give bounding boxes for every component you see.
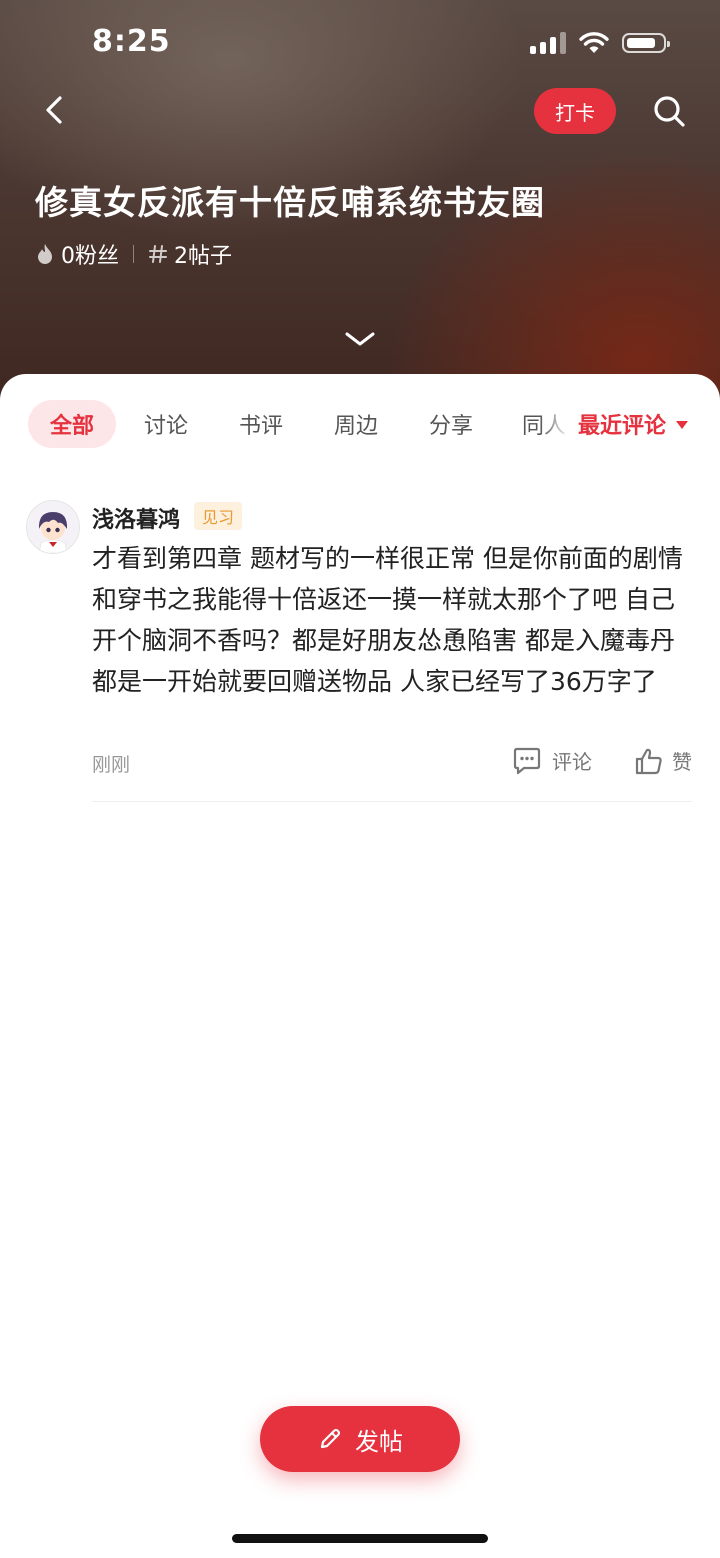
tabs-fade [540, 400, 570, 448]
chevron-down-icon [345, 332, 375, 346]
search-icon [654, 96, 685, 127]
username[interactable]: 浅洛暮鸿 [92, 502, 180, 534]
tab-merch[interactable]: 周边 [312, 400, 400, 448]
status-time: 8:25 [92, 24, 171, 59]
avatar[interactable] [26, 500, 80, 554]
caret-down-icon [676, 421, 689, 429]
sort-label: 最近评论 [578, 414, 667, 439]
chevron-left-icon [46, 96, 62, 124]
comment-button[interactable]: 评论 [512, 746, 592, 775]
circle-stats: 0粉丝 2帖子 [35, 238, 232, 270]
expand-button[interactable] [342, 328, 378, 350]
create-post-label: 发帖 [355, 1427, 403, 1456]
like-label: 赞 [672, 750, 692, 774]
battery-icon [622, 33, 670, 53]
post-divider [92, 801, 692, 802]
fans-count: 0粉丝 [61, 244, 119, 269]
wifi-icon [579, 32, 609, 53]
circle-title: 修真女反派有十倍反哺系统书友圈 [35, 183, 545, 222]
hashtag-icon [148, 244, 168, 264]
thumbs-up-icon [635, 748, 662, 774]
level-badge: 见习 [194, 502, 243, 530]
pencil-icon [320, 1428, 341, 1449]
home-indicator [232, 1534, 488, 1543]
posts-count: 2帖子 [174, 244, 232, 269]
create-post-button[interactable]: 发帖 [260, 1406, 460, 1472]
comment-icon [513, 747, 541, 774]
back-button[interactable] [38, 92, 74, 128]
cellular-signal-icon [530, 32, 566, 54]
stats-divider [133, 245, 134, 263]
tab-share[interactable]: 分享 [407, 400, 495, 448]
sort-dropdown[interactable]: 最近评论 [578, 400, 689, 448]
flame-icon [35, 243, 55, 265]
post-time: 刚刚 [92, 754, 131, 776]
tab-review[interactable]: 书评 [217, 400, 305, 448]
tab-discussion[interactable]: 讨论 [122, 400, 210, 448]
like-button[interactable]: 赞 [634, 746, 692, 775]
search-button[interactable] [650, 92, 690, 132]
tab-all[interactable]: 全部 [28, 400, 116, 448]
status-icons [530, 30, 670, 56]
checkin-button[interactable]: 打卡 [534, 88, 616, 134]
post-content[interactable]: 才看到第四章 题材写的一样很正常 但是你前面的剧情和穿书之我能得十倍返还一摸一样… [92, 538, 692, 702]
comment-label: 评论 [552, 750, 592, 774]
category-tabs: 全部 讨论 书评 周边 分享 同人 [0, 400, 568, 448]
